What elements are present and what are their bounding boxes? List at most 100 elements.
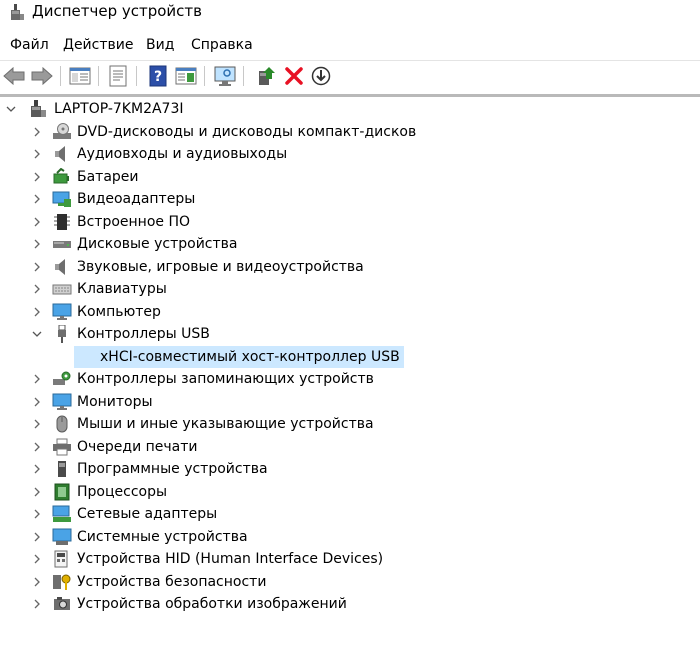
- tree-item-label: Контроллеры USB: [77, 326, 210, 342]
- processor-icon: [52, 483, 72, 501]
- chevron-right-icon[interactable]: [30, 507, 44, 521]
- menu-bar: Файл Действие Вид Справка: [0, 34, 700, 56]
- chevron-right-icon[interactable]: [30, 305, 44, 319]
- keyboard-icon: [52, 280, 72, 298]
- tree-item-print-queues[interactable]: Очереди печати: [0, 436, 700, 458]
- back-icon[interactable]: [2, 64, 26, 88]
- tree-item-label: Мониторы: [77, 393, 153, 410]
- properties-icon[interactable]: [106, 64, 130, 88]
- forward-icon[interactable]: [30, 64, 54, 88]
- tree-item-mice[interactable]: Мыши и иные указывающие устройства: [0, 413, 700, 435]
- tree-item-label: Контроллеры запоминающих устройств: [77, 371, 374, 387]
- security-key-icon: [52, 573, 72, 591]
- chevron-right-icon[interactable]: [30, 417, 44, 431]
- toolbar-separator: [136, 66, 137, 86]
- printer-icon: [52, 438, 72, 456]
- tree-item-storage-controllers[interactable]: Контроллеры запоминающих устройств: [0, 368, 700, 390]
- tree-item-sound-video[interactable]: Звуковые, игровые и видеоустройства: [0, 256, 700, 278]
- view-panel-icon[interactable]: [174, 64, 198, 88]
- tree-item-software-devices[interactable]: Программные устройства: [0, 458, 700, 480]
- tree-item-usb-controllers[interactable]: Контроллеры USB: [0, 323, 700, 345]
- hid-icon: [52, 550, 72, 568]
- usb-plug-icon: [52, 324, 72, 343]
- chevron-right-icon[interactable]: [30, 552, 44, 566]
- tree-item-monitors[interactable]: Мониторы: [0, 391, 700, 413]
- chevron-right-icon[interactable]: [30, 147, 44, 161]
- properties-panel-icon[interactable]: [68, 64, 92, 88]
- tree-item-xhci-controller[interactable]: xHCI-совместимый хост-контроллер USB: [0, 345, 700, 368]
- toolbar-divider: [0, 94, 700, 97]
- tree-item-processors[interactable]: Процессоры: [0, 481, 700, 503]
- menu-file[interactable]: Файл: [8, 34, 51, 56]
- chevron-right-icon[interactable]: [30, 192, 44, 206]
- tree-item-dvd[interactable]: DVD-дисководы и дисководы компакт-дисков: [0, 121, 700, 143]
- tree-item-hid[interactable]: Устройства HID (Human Interface Devices): [0, 548, 700, 570]
- tree-item-keyboards[interactable]: Клавиатуры: [0, 278, 700, 300]
- network-adapter-icon: [52, 505, 72, 523]
- svg-text:?: ?: [154, 69, 162, 85]
- chevron-right-icon[interactable]: [30, 237, 44, 251]
- tree-item-label: Устройства безопасности: [77, 573, 267, 590]
- tree-item-label: Видеоадаптеры: [77, 191, 196, 207]
- disk-drive-icon: [52, 235, 72, 253]
- camera-icon: [52, 595, 72, 613]
- software-device-icon: [52, 460, 72, 478]
- system-device-icon: [52, 528, 72, 546]
- toolbar-separator: [60, 66, 61, 86]
- chevron-down-icon[interactable]: [30, 327, 44, 341]
- tree-item-imaging-devices[interactable]: Устройства обработки изображений: [0, 593, 700, 615]
- chevron-right-icon[interactable]: [30, 125, 44, 139]
- firmware-chip-icon: [52, 213, 72, 231]
- tree-root[interactable]: LAPTOP-7KM2A73I: [0, 98, 700, 120]
- uninstall-icon[interactable]: [282, 64, 306, 88]
- title-bar: Диспетчер устройств: [0, 0, 700, 26]
- scan-hardware-icon[interactable]: [213, 64, 237, 88]
- tree-item-security-devices[interactable]: Устройства безопасности: [0, 571, 700, 593]
- monitor-icon: [52, 393, 72, 411]
- chevron-right-icon[interactable]: [30, 372, 44, 386]
- chevron-right-icon[interactable]: [30, 597, 44, 611]
- tree-item-display-adapters[interactable]: Видеоадаптеры: [0, 188, 700, 210]
- tree-item-label: Сетевые адаптеры: [77, 506, 218, 522]
- toolbar-separator: [243, 66, 244, 86]
- mouse-icon: [52, 415, 72, 433]
- tree-item-label: Устройства обработки изображений: [77, 596, 347, 612]
- tree-item-system-devices[interactable]: Системные устройства: [0, 526, 700, 548]
- tree-item-audio-io[interactable]: Аудиовходы и аудиовыходы: [0, 143, 700, 165]
- chevron-right-icon[interactable]: [30, 395, 44, 409]
- tree-item-firmware[interactable]: Встроенное ПО: [0, 211, 700, 233]
- toolbar-separator: [204, 66, 205, 86]
- dvd-drive-icon: [52, 122, 72, 141]
- tree-item-label: Очереди печати: [77, 438, 198, 455]
- chevron-right-icon[interactable]: [30, 485, 44, 499]
- menu-view[interactable]: Вид: [144, 34, 176, 56]
- battery-icon: [52, 167, 72, 186]
- window-title: Диспетчер устройств: [32, 2, 203, 20]
- help-icon[interactable]: ?: [146, 64, 170, 88]
- chevron-right-icon[interactable]: [30, 530, 44, 544]
- tree-item-computer[interactable]: Компьютер: [0, 301, 700, 323]
- update-driver-icon[interactable]: [254, 64, 278, 88]
- chevron-right-icon[interactable]: [30, 575, 44, 589]
- chevron-right-icon[interactable]: [30, 215, 44, 229]
- tree-item-label: Компьютер: [77, 303, 161, 320]
- chevron-right-icon[interactable]: [30, 282, 44, 296]
- tree-item-label: Дисковые устройства: [77, 236, 238, 252]
- chevron-right-icon[interactable]: [30, 170, 44, 184]
- chevron-right-icon[interactable]: [30, 260, 44, 274]
- chevron-right-icon[interactable]: [30, 462, 44, 476]
- download-icon[interactable]: [309, 64, 333, 88]
- device-manager-icon: [8, 2, 28, 22]
- monitor-icon: [52, 303, 72, 321]
- menu-action[interactable]: Действие: [61, 34, 135, 56]
- tree-item-batteries[interactable]: Батареи: [0, 166, 700, 188]
- menu-help[interactable]: Справка: [189, 34, 255, 56]
- tree-item-network-adapters[interactable]: Сетевые адаптеры: [0, 503, 700, 525]
- tree-item-label: xHCI-совместимый хост-контроллер USB: [74, 345, 404, 368]
- tree-item-label: Системные устройства: [77, 528, 248, 545]
- chevron-down-icon[interactable]: [4, 102, 18, 116]
- tree-item-disk-drives[interactable]: Дисковые устройства: [0, 233, 700, 255]
- chevron-right-icon[interactable]: [30, 440, 44, 454]
- tree-item-label: Мыши и иные указывающие устройства: [77, 416, 374, 432]
- tree-item-label: Устройства HID (Human Interface Devices): [77, 551, 384, 567]
